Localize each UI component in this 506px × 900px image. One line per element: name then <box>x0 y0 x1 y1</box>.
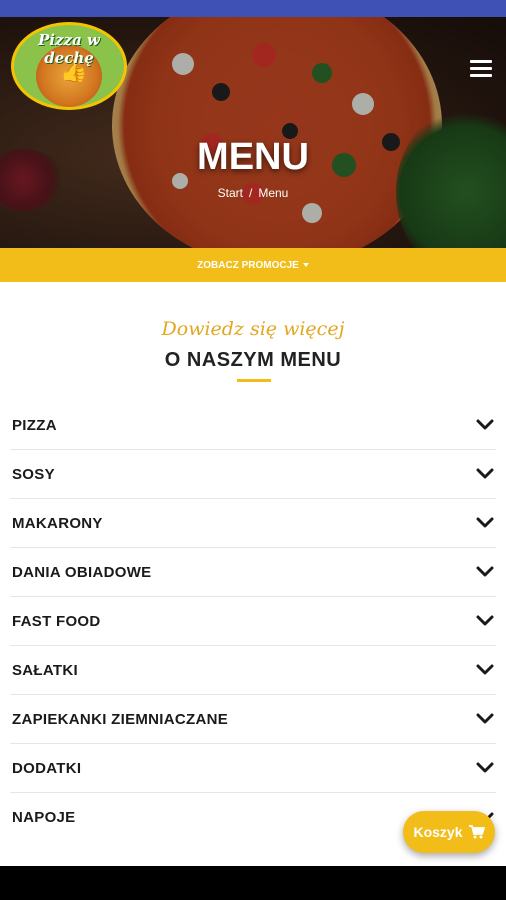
hamburger-icon[interactable] <box>470 60 492 78</box>
chevron-down-icon <box>476 762 494 773</box>
promo-bar: ZOBACZ PROMOCJE <box>0 248 506 282</box>
section-title: O NASZYM MENU <box>164 349 342 371</box>
menu-item-makarony[interactable]: MAKARONY <box>10 499 496 548</box>
chevron-down-icon <box>476 419 494 430</box>
promo-label: ZOBACZ PROMOCJE <box>197 259 299 271</box>
chevron-down-icon <box>476 615 494 626</box>
menu-item-label: FAST FOOD <box>12 612 101 630</box>
chevron-down-icon <box>476 664 494 675</box>
section-underline <box>237 379 271 382</box>
cart-label: Koszyk <box>413 824 463 840</box>
menu-item-label: ZAPIEKANKI ZIEMNIACZANE <box>12 710 229 728</box>
menu-item-label: SAŁATKI <box>12 661 78 679</box>
chevron-down-icon <box>476 468 494 479</box>
menu-item-label: NAPOJE <box>12 809 76 826</box>
menu-item-dania-obiadowe[interactable]: DANIA OBIADOWE <box>10 548 496 597</box>
breadcrumb: Start / Menu <box>0 186 506 200</box>
chevron-down-icon <box>476 517 494 528</box>
chevron-down-icon <box>476 566 494 577</box>
caret-down-icon <box>302 262 309 267</box>
menu-item-label: DODATKI <box>12 759 82 777</box>
menu-item-fast-food[interactable]: FAST FOOD <box>10 597 496 646</box>
menu-item-pizza[interactable]: PIZZA <box>10 401 496 450</box>
menu-item-salatki[interactable]: SAŁATKI <box>10 646 496 695</box>
system-nav-bar <box>0 866 506 900</box>
menu-item-zapiekanki[interactable]: ZAPIEKANKI ZIEMNIACZANE <box>10 695 496 744</box>
menu-item-label: PIZZA <box>12 416 57 434</box>
menu-item-label: DANIA OBIADOWE <box>12 563 152 581</box>
menu-item-sosy[interactable]: SOSY <box>10 450 496 499</box>
menu-item-label: MAKARONY <box>12 514 103 532</box>
chevron-down-icon <box>476 713 494 724</box>
promo-dropdown-button[interactable]: ZOBACZ PROMOCJE <box>197 260 309 271</box>
logo[interactable]: 👍 Pizza w dechę <box>11 22 127 110</box>
cart-icon <box>468 825 485 839</box>
cart-button[interactable]: Koszyk <box>403 811 495 853</box>
menu-item-dodatki[interactable]: DODATKI <box>10 744 496 793</box>
breadcrumb-start[interactable]: Start <box>218 186 243 200</box>
breadcrumb-separator: / <box>248 186 253 200</box>
section-subtitle: Dowiedz się więcej <box>161 318 345 340</box>
logo-text: Pizza w dechę <box>38 31 100 67</box>
menu-item-label: SOSY <box>12 465 55 483</box>
page-title: MENU <box>197 136 309 178</box>
menu-category-list: PIZZA SOSY MAKARONY DANIA OBIADOWE FAST … <box>10 401 496 842</box>
breadcrumb-menu: Menu <box>258 186 289 200</box>
status-bar <box>0 0 506 17</box>
